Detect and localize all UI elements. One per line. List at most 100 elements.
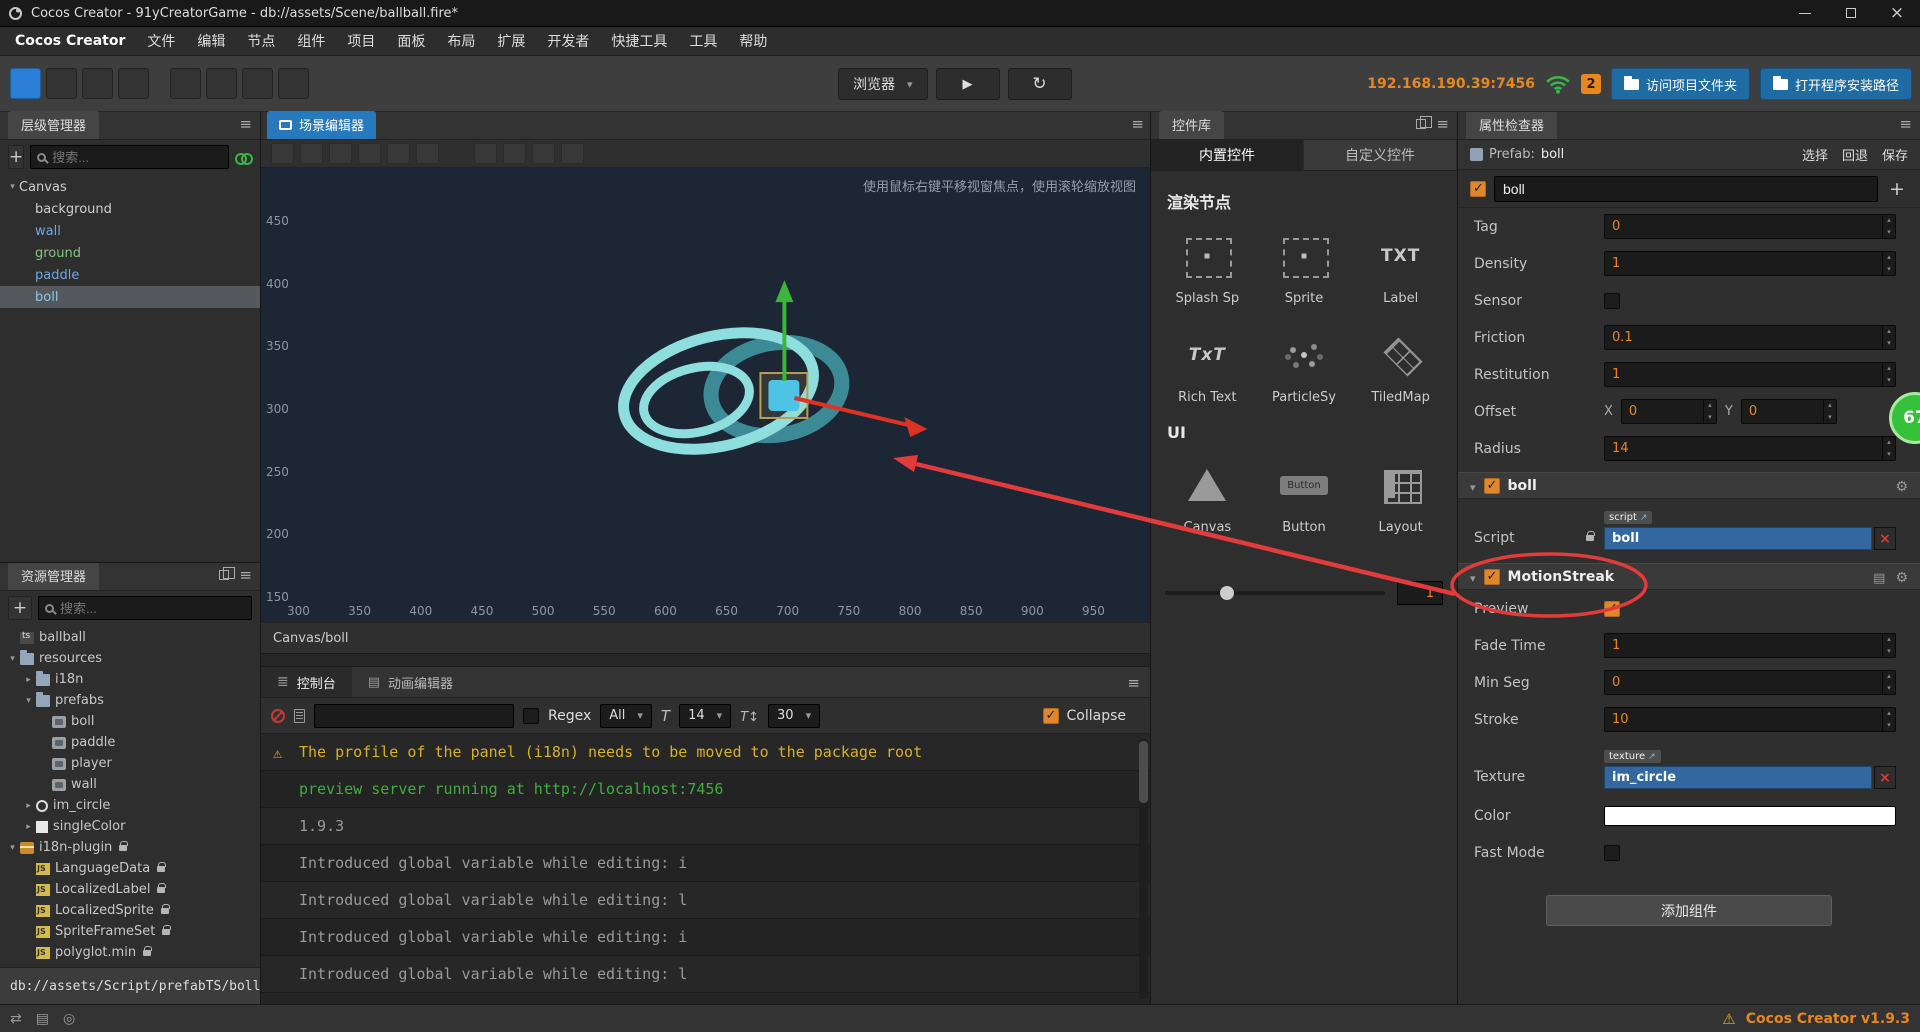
same-height-icon[interactable] [561, 143, 584, 164]
panel-menu-icon[interactable] [1127, 673, 1140, 692]
hierarchy-node[interactable]: wall [0, 220, 260, 242]
radius-input[interactable]: 14 [1604, 436, 1896, 461]
hierarchy-node[interactable]: ▾ Canvas [0, 176, 260, 198]
console-filter-input[interactable] [314, 703, 514, 728]
stepper[interactable] [1882, 252, 1895, 275]
slider-knob[interactable] [1219, 586, 1234, 600]
link-scene-icon[interactable] [235, 150, 254, 165]
stepper[interactable] [1882, 326, 1895, 349]
tab-scene-editor[interactable]: 场景编辑器 [267, 111, 377, 139]
regex-checkbox[interactable] [523, 707, 539, 724]
hierarchy-node[interactable]: ground [0, 242, 260, 264]
menu-item[interactable]: Cocos Creator [4, 27, 136, 55]
panel-splitter[interactable] [261, 653, 1150, 667]
min-seg-input[interactable]: 0 [1604, 670, 1896, 695]
widget-item[interactable]: Sprite [1257, 233, 1351, 306]
close-button[interactable] [1874, 0, 1920, 26]
copy-panel-icon[interactable] [219, 566, 236, 580]
panel-menu-icon[interactable] [239, 565, 252, 584]
menu-item[interactable]: 工具 [678, 27, 728, 55]
slider-track[interactable] [1165, 586, 1385, 600]
remove-script-button[interactable]: × [1874, 527, 1896, 550]
widget-item[interactable]: Canvas [1160, 462, 1254, 535]
align-left-icon[interactable] [271, 143, 294, 164]
menu-item[interactable]: 快捷工具 [600, 27, 678, 55]
console-log-row[interactable]: The profile of the panel (i18n) needs to… [261, 734, 1150, 771]
asset-node[interactable]: boll [0, 711, 260, 732]
menu-item[interactable]: 扩展 [486, 27, 536, 55]
widget-item[interactable]: Splash Sp [1160, 233, 1254, 306]
asset-node[interactable]: LanguageData [0, 858, 260, 879]
script-value-field[interactable]: boll [1604, 527, 1872, 550]
stepper[interactable] [1822, 400, 1836, 423]
move-tool-icon[interactable] [10, 68, 41, 99]
expand-arrow-icon[interactable]: ▸ [22, 675, 35, 685]
expand-arrow-icon[interactable]: ▾ [22, 696, 35, 706]
component-enabled-checkbox[interactable] [1483, 568, 1500, 585]
stepper[interactable] [1882, 215, 1895, 238]
expand-arrow-icon[interactable]: ▾ [6, 654, 19, 664]
asset-node[interactable]: ballball [0, 627, 260, 648]
widget-item[interactable]: Button Button [1257, 462, 1351, 535]
menu-item[interactable]: 节点 [236, 27, 286, 55]
asset-node[interactable]: SpriteFrameSet [0, 921, 260, 942]
minimize-button[interactable] [1782, 0, 1828, 26]
asset-node[interactable]: ▸ singleColor [0, 816, 260, 837]
canvas-toggle-icon[interactable] [242, 68, 273, 99]
browser-select[interactable]: 浏览器 [838, 68, 928, 100]
node-name-input[interactable] [1494, 175, 1878, 202]
ball-sprite[interactable] [768, 380, 800, 411]
console-log-row[interactable]: Introduced global variable while editing… [261, 845, 1150, 882]
stroke-input[interactable]: 10 [1604, 707, 1896, 732]
layers-icon[interactable]: ▤ [36, 1011, 49, 1027]
prefab-save-button[interactable]: 保存 [1882, 145, 1908, 164]
sensor-checkbox[interactable] [1604, 292, 1620, 309]
create-node-button[interactable]: + [8, 145, 25, 169]
console-scrollbar[interactable] [1139, 739, 1148, 999]
stepper[interactable] [1882, 437, 1895, 460]
asset-node[interactable]: wall [0, 774, 260, 795]
expand-arrow-icon[interactable]: ▸ [22, 822, 35, 832]
component-header-motionstreak[interactable]: MotionStreak [1458, 563, 1920, 590]
node-active-checkbox[interactable] [1470, 180, 1486, 197]
scrollbar-thumb[interactable] [1139, 741, 1148, 803]
fold-arrow-icon[interactable] [1470, 567, 1476, 586]
line-count-select[interactable]: 30 [768, 703, 821, 728]
asset-node[interactable]: paddle [0, 732, 260, 753]
panel-menu-icon[interactable] [239, 114, 252, 133]
create-asset-button[interactable]: + [8, 596, 32, 620]
tag-input[interactable]: 0 [1604, 214, 1896, 239]
stepper[interactable] [1702, 400, 1716, 423]
menu-item[interactable]: 组件 [286, 27, 336, 55]
console-log-row[interactable]: Introduced global variable while editing… [261, 919, 1150, 956]
gizmo-toggle-icon[interactable] [278, 68, 309, 99]
copy-panel-icon[interactable] [1416, 115, 1433, 129]
menu-item[interactable]: 布局 [436, 27, 486, 55]
asset-node[interactable]: ▾ prefabs [0, 690, 260, 711]
panel-menu-icon[interactable] [1436, 114, 1449, 133]
stepper[interactable] [1882, 634, 1895, 657]
menu-item[interactable]: 帮助 [728, 27, 778, 55]
open-project-folder-button[interactable]: 访问项目文件夹 [1610, 68, 1750, 100]
same-width-icon[interactable] [532, 143, 555, 164]
console-log-row[interactable]: preview server running at http://localho… [261, 771, 1150, 808]
panel-menu-icon[interactable] [1899, 114, 1912, 133]
menu-item[interactable]: 开发者 [536, 27, 600, 55]
density-input[interactable]: 1 [1604, 251, 1896, 276]
stats-toggle-icon[interactable] [170, 68, 201, 99]
console-log-row[interactable]: Introduced global variable while editing… [261, 956, 1150, 993]
asset-node[interactable]: ▾ i18n-plugin [0, 837, 260, 858]
asset-node[interactable]: ▾ resources [0, 648, 260, 669]
script-type-badge[interactable]: script [1604, 511, 1653, 524]
hierarchy-node[interactable]: paddle [0, 264, 260, 286]
log-level-select[interactable]: All [600, 703, 652, 728]
preview-checkbox[interactable] [1604, 600, 1620, 617]
widget-item[interactable]: TxT Rich Text [1160, 332, 1254, 405]
console-log-row[interactable]: Introduced global variable while editing… [261, 882, 1150, 919]
align-v-center-icon[interactable] [387, 143, 410, 164]
stepper[interactable] [1882, 708, 1895, 731]
align-bottom-icon[interactable] [416, 143, 439, 164]
gizmo-y-arrowhead[interactable] [775, 280, 794, 303]
breadcrumb[interactable]: Canvas/boll [261, 622, 1150, 653]
panel-menu-icon[interactable] [1131, 114, 1144, 133]
